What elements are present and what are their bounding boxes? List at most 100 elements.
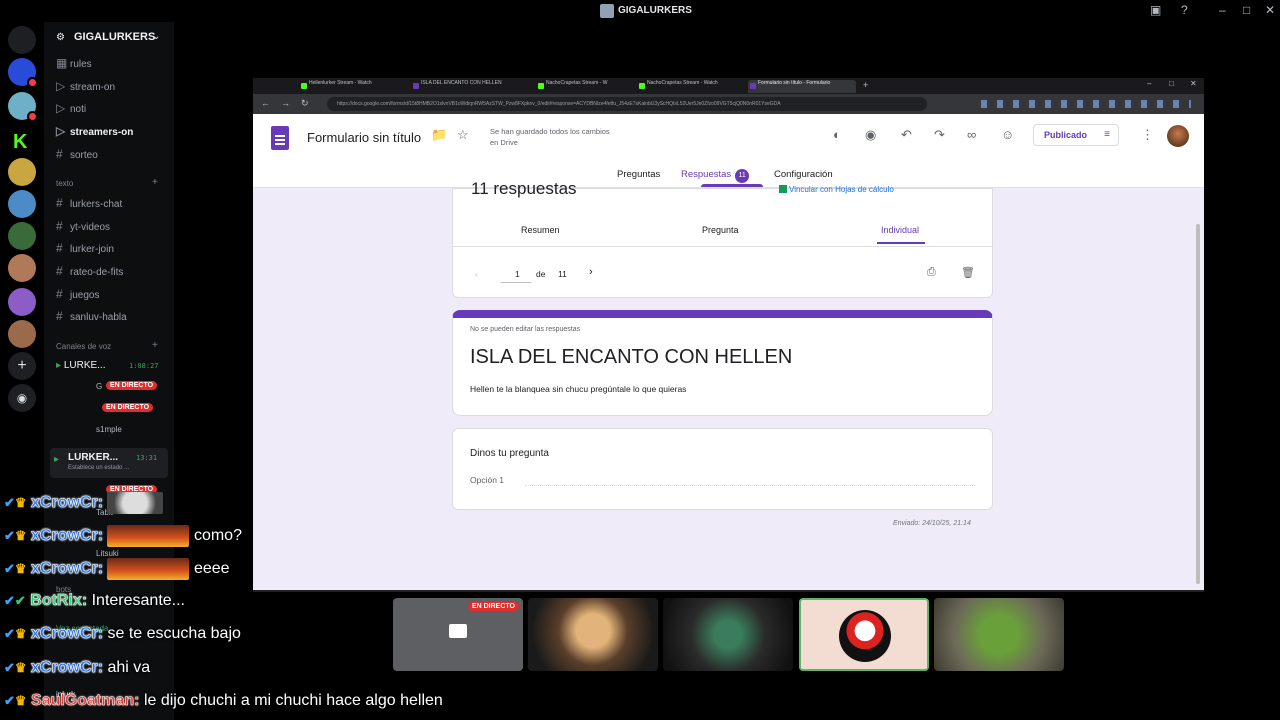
kick-favicon-icon: [301, 83, 307, 89]
category-texto[interactable]: texto: [56, 179, 73, 188]
browser-minimize-icon[interactable]: –: [1147, 79, 1151, 88]
server-icon[interactable]: [8, 320, 36, 348]
explore-servers-icon[interactable]: ◉: [8, 384, 36, 412]
browser-tab[interactable]: ISLA DEL ENCANTO CON HELLEN: [411, 80, 521, 93]
help-icon[interactable]: ?: [1181, 3, 1188, 17]
subtab-resumen[interactable]: Resumen: [521, 225, 560, 235]
channel-lurker-join[interactable]: # lurker-join: [56, 241, 114, 259]
page-scrollbar[interactable]: [1196, 224, 1200, 584]
chat-message: como?: [193, 527, 242, 545]
google-forms-logo-icon[interactable]: [271, 126, 289, 150]
chat-line: ✔♛ xCrowCr: se te escucha bajo: [4, 625, 241, 643]
link-icon[interactable]: ∞: [967, 127, 976, 142]
add-voice-channel-icon[interactable]: +: [152, 340, 158, 351]
prev-response-icon[interactable]: ‹: [475, 269, 478, 279]
channel-sorteo[interactable]: # sorteo: [56, 147, 98, 165]
palette-icon[interactable]: ◐: [833, 127, 841, 142]
back-icon[interactable]: ←: [261, 98, 270, 108]
new-tab-icon[interactable]: +: [863, 80, 868, 90]
next-response-icon[interactable]: ›: [589, 266, 593, 278]
guild-name[interactable]: GIGALURKERS: [74, 31, 155, 43]
discord-home-icon[interactable]: [8, 26, 36, 54]
tab-respuestas[interactable]: Respuestas 11: [681, 169, 750, 183]
browser-tab-active[interactable]: Formulario sin título - Formulario: [748, 80, 856, 93]
browser-tab[interactable]: NachoCrapetas Stream - Watch: [637, 80, 747, 93]
channel-sanluv-habla[interactable]: # sanluv-habla: [56, 309, 127, 327]
maximize-button[interactable]: □: [1243, 3, 1250, 17]
sheets-icon: [779, 185, 787, 193]
undo-icon[interactable]: ↶: [901, 127, 912, 143]
browser-tab[interactable]: NachoCrapetas Stream - W: [536, 80, 646, 93]
server-icon[interactable]: [8, 58, 38, 88]
kick-server-icon[interactable]: K: [8, 126, 36, 154]
close-button[interactable]: ✕: [1265, 3, 1275, 17]
server-icon[interactable]: [8, 190, 36, 218]
reload-icon[interactable]: ↻: [301, 98, 309, 109]
hash-icon: #: [56, 264, 63, 278]
stream-tile-screenshare[interactable]: EN DIRECTO: [393, 598, 523, 671]
stream-tile-participant[interactable]: [663, 598, 793, 671]
channel-streamers-on[interactable]: ▷ streamers-on: [56, 124, 133, 142]
channel-stream-on[interactable]: ▷ stream-on: [56, 79, 115, 97]
subtab-pregunta[interactable]: Pregunta: [702, 225, 739, 235]
preview-eye-icon[interactable]: ◉: [865, 127, 876, 143]
add-server-icon[interactable]: +: [8, 352, 36, 380]
divider: [453, 246, 993, 247]
browser-maximize-icon[interactable]: □: [1169, 79, 1174, 88]
url-input[interactable]: https://docs.google.com/forms/d/15t8HMB2…: [327, 97, 927, 111]
category-voice[interactable]: Canales de voz: [56, 342, 111, 351]
channel-juegos[interactable]: # juegos: [56, 287, 99, 305]
print-icon[interactable]: ⎙: [927, 266, 936, 279]
subtab-individual[interactable]: Individual: [881, 225, 919, 235]
tab-preguntas[interactable]: Preguntas: [617, 169, 660, 180]
unread-badge: [27, 77, 38, 88]
server-icon[interactable]: [8, 288, 36, 316]
voice-channel-2[interactable]: ▸ LURKER... 13:31 Establece un estado ..…: [50, 448, 168, 478]
tab-label: NachoCrapetas Stream - W: [546, 80, 608, 86]
voice-channel-1[interactable]: ▸ LURKE...: [56, 360, 106, 371]
tab-configuracion[interactable]: Configuración: [774, 169, 833, 180]
channel-sidebar: ⚙ GIGALURKERS ⌄ ▦ rules ▷ stream-on ▷ noti …: [44, 22, 174, 720]
crown-badge-icon: ♛: [14, 626, 27, 641]
server-icon[interactable]: [8, 222, 36, 250]
emote-image: [107, 492, 164, 514]
add-collaborator-icon[interactable]: ☺: [1001, 127, 1014, 142]
forms-favicon-icon: [413, 83, 419, 89]
chat-message: Interesante...: [91, 592, 185, 609]
folder-icon[interactable]: 📁: [431, 127, 447, 143]
channel-yt-videos[interactable]: # yt-videos: [56, 219, 110, 237]
response-page-input[interactable]: 1: [515, 269, 520, 279]
extension-icons[interactable]: [981, 100, 1191, 108]
publish-button[interactable]: Publicado ≡: [1033, 124, 1119, 146]
channel-lurkers-chat[interactable]: # lurkers-chat: [56, 196, 122, 214]
delete-icon[interactable]: 🗑: [961, 266, 975, 279]
channel-label: juegos: [70, 290, 100, 301]
star-icon[interactable]: ☆: [457, 127, 469, 143]
stream-tile-speaking[interactable]: [799, 598, 929, 671]
server-icon[interactable]: [8, 254, 36, 282]
inbox-icon[interactable]: ▣: [1150, 3, 1161, 17]
link-sheets-button[interactable]: Vincular con Hojas de cálculo: [789, 185, 894, 194]
channel-noti[interactable]: ▷ noti: [56, 101, 86, 119]
server-icon[interactable]: [8, 92, 38, 122]
channel-rules[interactable]: ▦ rules: [56, 56, 92, 74]
more-vert-icon[interactable]: ⋮: [1141, 127, 1154, 143]
submitted-timestamp: Enviado: 24/10/25, 21:14: [893, 520, 971, 527]
voice-user[interactable]: s1mple: [96, 425, 122, 434]
minimize-button[interactable]: –: [1219, 3, 1226, 17]
server-icon[interactable]: [8, 158, 36, 186]
svg-text:K: K: [13, 131, 28, 153]
redo-icon[interactable]: ↷: [934, 127, 945, 143]
stream-tile-participant[interactable]: [528, 598, 658, 671]
form-title[interactable]: Formulario sin título: [307, 130, 421, 145]
stream-tile-participant[interactable]: [934, 598, 1064, 671]
channel-rateo-de-fits[interactable]: # rateo-de-fits: [56, 264, 123, 282]
forward-icon[interactable]: →: [281, 98, 290, 108]
voice-user[interactable]: G: [96, 382, 102, 391]
avatar[interactable]: [1167, 125, 1189, 147]
browser-tab[interactable]: Hellenlurker Stream - Watch: [299, 80, 407, 93]
add-channel-icon[interactable]: +: [152, 177, 158, 188]
voice-user[interactable]: Litsuki: [96, 549, 119, 558]
browser-close-icon[interactable]: ✕: [1190, 79, 1197, 88]
chevron-down-icon[interactable]: ⌄: [152, 31, 160, 42]
